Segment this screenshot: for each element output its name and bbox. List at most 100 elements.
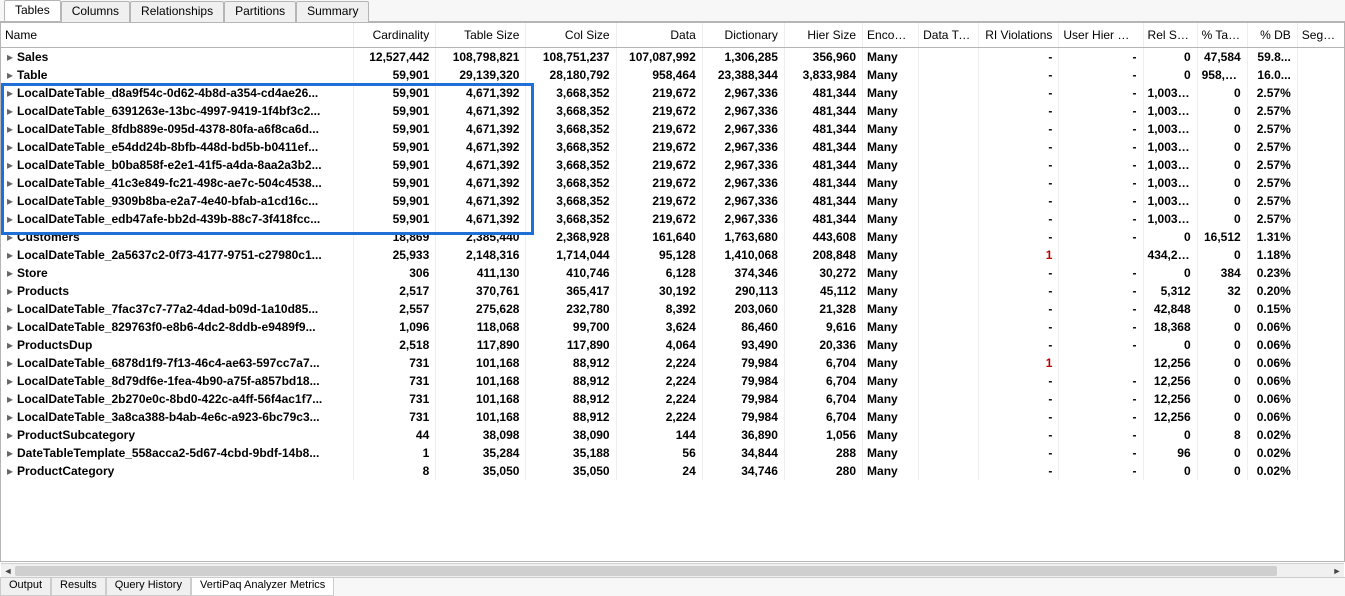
col-header-encoding[interactable]: Encoding xyxy=(863,23,919,48)
table-row[interactable]: ▸LocalDateTable_2b270e0c-8bd0-422c-a4ff-… xyxy=(1,390,1344,408)
grid-scroll[interactable]: NameCardinalityTable SizeCol SizeDataDic… xyxy=(1,23,1344,561)
top-tab-columns[interactable]: Columns xyxy=(61,1,130,22)
expand-icon[interactable]: ▸ xyxy=(5,194,15,208)
table-row[interactable]: ▸LocalDateTable_2a5637c2-0f73-4177-9751-… xyxy=(1,246,1344,264)
col-header-rel_size[interactable]: Rel Size xyxy=(1143,23,1197,48)
table-row[interactable]: ▸Store306411,130410,7466,128374,34630,27… xyxy=(1,264,1344,282)
table-row[interactable]: ▸LocalDateTable_7fac37c7-77a2-4dad-b09d-… xyxy=(1,300,1344,318)
top-tab-summary[interactable]: Summary xyxy=(296,1,369,22)
col-header-ri_violations[interactable]: RI Violations xyxy=(979,23,1059,48)
expand-icon[interactable]: ▸ xyxy=(5,212,15,226)
expand-icon[interactable]: ▸ xyxy=(5,86,15,100)
cell-dictionary: 1,410,068 xyxy=(702,246,784,264)
expand-icon[interactable]: ▸ xyxy=(5,320,15,334)
expand-icon[interactable]: ▸ xyxy=(5,122,15,136)
col-header-pct_db[interactable]: % DB xyxy=(1247,23,1297,48)
expand-icon[interactable]: ▸ xyxy=(5,428,15,442)
expand-icon[interactable]: ▸ xyxy=(5,410,15,424)
table-row[interactable]: ▸LocalDateTable_3a8ca388-b4ab-4e6c-a923-… xyxy=(1,408,1344,426)
cell-user_hier_size: - xyxy=(1059,336,1143,354)
table-row[interactable]: ▸ProductsDup2,518117,890117,8904,06493,4… xyxy=(1,336,1344,354)
cell-encoding: Many xyxy=(863,426,919,444)
cell-dictionary: 203,060 xyxy=(702,300,784,318)
expand-icon[interactable]: ▸ xyxy=(5,68,15,82)
table-row[interactable]: ▸LocalDateTable_6878d1f9-7f13-46c4-ae63-… xyxy=(1,354,1344,372)
col-header-col_size[interactable]: Col Size xyxy=(526,23,616,48)
cell-table_size: 108,798,821 xyxy=(436,48,526,67)
horizontal-scrollbar[interactable]: ◄ ► xyxy=(1,563,1344,578)
col-header-data_type[interactable]: Data Type xyxy=(919,23,979,48)
cell-encoding: Many xyxy=(863,174,919,192)
cell-table_size: 4,671,392 xyxy=(436,120,526,138)
cell-rel_size: 1,003,040 xyxy=(1143,138,1197,156)
table-row[interactable]: ▸LocalDateTable_6391263e-13bc-4997-9419-… xyxy=(1,102,1344,120)
cell-pct_db: 0.06% xyxy=(1247,390,1297,408)
scroll-left-icon[interactable]: ◄ xyxy=(1,564,15,578)
row-name: ProductSubcategory xyxy=(17,428,135,442)
table-row[interactable]: ▸DateTableTemplate_558acca2-5d67-4cbd-9b… xyxy=(1,444,1344,462)
expand-icon[interactable]: ▸ xyxy=(5,338,15,352)
expand-icon[interactable]: ▸ xyxy=(5,302,15,316)
cell-ri_violations: - xyxy=(979,228,1059,246)
status-tab-vertipaq-analyzer-metrics[interactable]: VertiPaq Analyzer Metrics xyxy=(191,578,334,596)
status-tab-results[interactable]: Results xyxy=(51,578,106,596)
cell-ri_violations: - xyxy=(979,120,1059,138)
table-row[interactable]: ▸LocalDateTable_d8a9f54c-0d62-4b8d-a354-… xyxy=(1,84,1344,102)
table-row[interactable]: ▸LocalDateTable_edb47afe-bb2d-439b-88c7-… xyxy=(1,210,1344,228)
col-header-cardinality[interactable]: Cardinality xyxy=(354,23,436,48)
cell-encoding: Many xyxy=(863,120,919,138)
col-header-data[interactable]: Data xyxy=(616,23,702,48)
cell-rel_size: 1,003,040 xyxy=(1143,192,1197,210)
cell-pct_table: 0 xyxy=(1197,246,1247,264)
table-row[interactable]: ▸LocalDateTable_8d79df6e-1fea-4b90-a75f-… xyxy=(1,372,1344,390)
col-header-segmen[interactable]: Segmen xyxy=(1297,23,1344,48)
cell-segmen xyxy=(1297,48,1344,67)
expand-icon[interactable]: ▸ xyxy=(5,284,15,298)
scroll-thumb[interactable] xyxy=(15,566,1277,576)
status-tab-output[interactable]: Output xyxy=(0,578,51,596)
col-header-hier_size[interactable]: Hier Size xyxy=(784,23,862,48)
top-tab-relationships[interactable]: Relationships xyxy=(130,1,224,22)
table-row[interactable]: ▸LocalDateTable_8fdb889e-095d-4378-80fa-… xyxy=(1,120,1344,138)
expand-icon[interactable]: ▸ xyxy=(5,356,15,370)
table-row[interactable]: ▸Sales12,527,442108,798,821108,751,23710… xyxy=(1,48,1344,67)
col-header-dictionary[interactable]: Dictionary xyxy=(702,23,784,48)
expand-icon[interactable]: ▸ xyxy=(5,158,15,172)
expand-icon[interactable]: ▸ xyxy=(5,230,15,244)
expand-icon[interactable]: ▸ xyxy=(5,374,15,388)
table-row[interactable]: ▸LocalDateTable_41c3e849-fc21-498c-ae7c-… xyxy=(1,174,1344,192)
cell-col_size: 38,090 xyxy=(526,426,616,444)
expand-icon[interactable]: ▸ xyxy=(5,446,15,460)
expand-icon[interactable]: ▸ xyxy=(5,266,15,280)
table-row[interactable]: ▸ProductSubcategory4438,09838,09014436,8… xyxy=(1,426,1344,444)
expand-icon[interactable]: ▸ xyxy=(5,392,15,406)
top-tab-tables[interactable]: Tables xyxy=(4,0,61,21)
table-row[interactable]: ▸LocalDateTable_9309b8ba-e2a7-4e40-bfab-… xyxy=(1,192,1344,210)
table-row[interactable]: ▸LocalDateTable_829763f0-e8b6-4dc2-8ddb-… xyxy=(1,318,1344,336)
table-row[interactable]: ▸Table59,90129,139,32028,180,792958,4642… xyxy=(1,66,1344,84)
table-row[interactable]: ▸LocalDateTable_b0ba858f-e2e1-41f5-a4da-… xyxy=(1,156,1344,174)
expand-icon[interactable]: ▸ xyxy=(5,104,15,118)
cell-segmen xyxy=(1297,84,1344,102)
scroll-right-icon[interactable]: ► xyxy=(1330,564,1344,578)
table-row[interactable]: ▸Customers18,8692,385,4402,368,928161,64… xyxy=(1,228,1344,246)
table-row[interactable]: ▸Products2,517370,761365,41730,192290,11… xyxy=(1,282,1344,300)
table-row[interactable]: ▸LocalDateTable_e54dd24b-8bfb-448d-bd5b-… xyxy=(1,138,1344,156)
cell-segmen xyxy=(1297,426,1344,444)
expand-icon[interactable]: ▸ xyxy=(5,248,15,262)
expand-icon[interactable]: ▸ xyxy=(5,140,15,154)
col-header-user_hier_size[interactable]: User Hier Size xyxy=(1059,23,1143,48)
cell-cardinality: 59,901 xyxy=(354,84,436,102)
col-header-table_size[interactable]: Table Size xyxy=(436,23,526,48)
cell-user_hier_size: - xyxy=(1059,174,1143,192)
col-header-name[interactable]: Name xyxy=(1,23,354,48)
top-tab-partitions[interactable]: Partitions xyxy=(224,1,296,22)
col-header-pct_table[interactable]: % Table xyxy=(1197,23,1247,48)
table-row[interactable]: ▸ProductCategory835,05035,0502434,746280… xyxy=(1,462,1344,480)
scroll-track[interactable] xyxy=(15,564,1330,578)
expand-icon[interactable]: ▸ xyxy=(5,50,15,64)
expand-icon[interactable]: ▸ xyxy=(5,464,15,478)
row-name: Sales xyxy=(17,50,48,64)
expand-icon[interactable]: ▸ xyxy=(5,176,15,190)
status-tab-query-history[interactable]: Query History xyxy=(106,578,191,596)
